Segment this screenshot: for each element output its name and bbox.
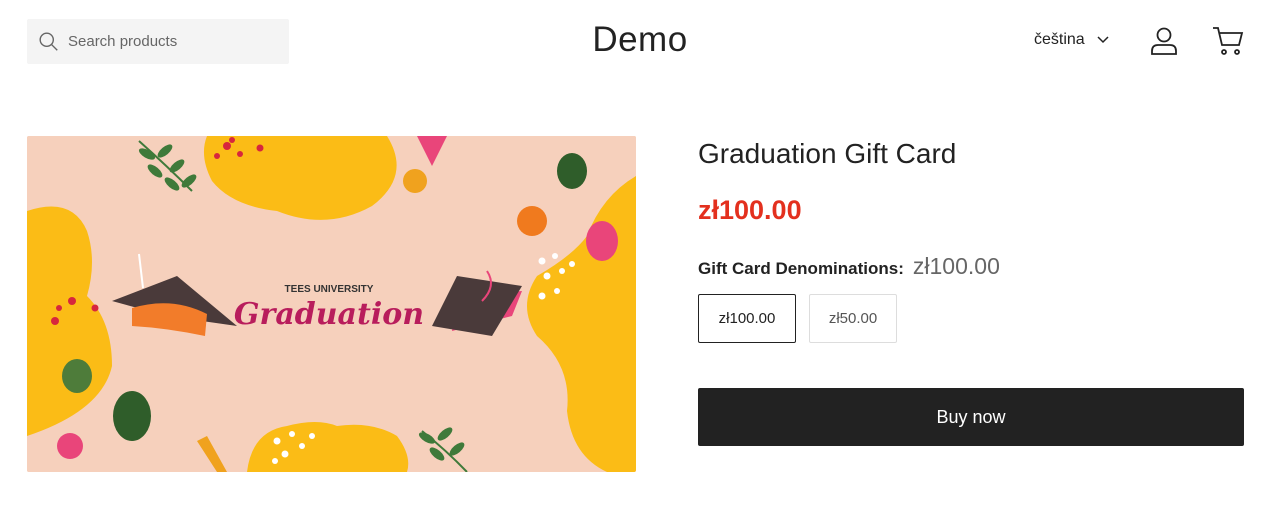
image-subtitle: TEES UNIVERSITY	[285, 284, 374, 295]
product-image: TEES UNIVERSITY Graduation	[27, 136, 636, 472]
language-label: čeština	[1034, 31, 1085, 48]
denomination-label: Gift Card Denominations:	[698, 259, 904, 278]
image-title: Graduation	[234, 297, 424, 332]
denomination-selected-value: zł100.00	[912, 253, 1000, 279]
product-title: Graduation Gift Card	[698, 138, 957, 169]
denomination-row: Gift Card Denominations: zł100.00	[698, 253, 1000, 280]
denomination-option-100[interactable]: zł100.00	[698, 294, 796, 343]
store-logo[interactable]: Demo	[592, 20, 687, 59]
language-selector[interactable]: čeština	[1034, 31, 1109, 49]
denomination-option-50[interactable]: zł50.00	[809, 294, 897, 343]
search-bar[interactable]	[27, 19, 289, 64]
search-input[interactable]	[68, 33, 268, 50]
chevron-down-icon	[1097, 36, 1109, 44]
buy-now-button[interactable]: Buy now	[698, 388, 1244, 446]
search-icon	[39, 32, 58, 51]
user-account-icon[interactable]	[1149, 26, 1179, 56]
cart-icon[interactable]	[1212, 26, 1244, 56]
product-price: zł100.00	[698, 195, 802, 225]
